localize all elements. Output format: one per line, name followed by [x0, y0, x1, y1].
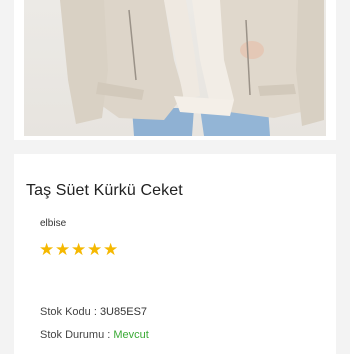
- star-icon: ★: [103, 240, 119, 260]
- star-icon: ★: [55, 240, 71, 260]
- star-icon: ★: [71, 240, 87, 260]
- star-icon: ★: [87, 240, 103, 260]
- product-image-card: [14, 0, 336, 140]
- product-title: Taş Süet Kürkü Ceket: [26, 182, 183, 199]
- product-category[interactable]: elbise: [40, 218, 66, 229]
- stock-status-value: Mevcut: [113, 329, 149, 341]
- stock-code-value: 3U85ES7: [99, 306, 148, 318]
- star-icon: ★: [39, 240, 55, 260]
- stock-code-row: Stok Kodu : 3U85ES7: [40, 306, 147, 318]
- jacket-photo-illustration: [60, 0, 324, 136]
- stock-code-label: Stok Kodu :: [40, 306, 100, 318]
- product-photo[interactable]: [24, 0, 326, 136]
- stock-status-label: Stok Durumu :: [40, 329, 114, 341]
- stock-status-row: Stok Durumu : Mevcut: [40, 329, 149, 341]
- rating-stars: ★ ★ ★ ★ ★: [39, 240, 119, 260]
